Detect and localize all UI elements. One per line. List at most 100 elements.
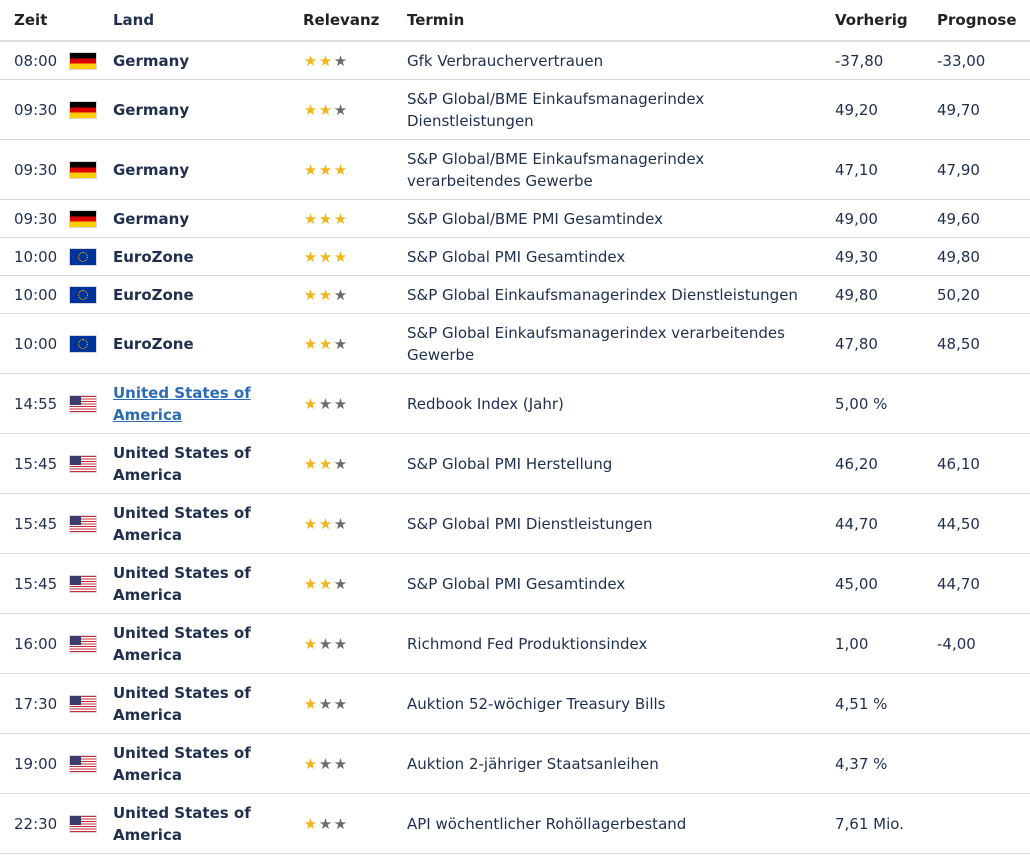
event-name[interactable]: S&P Global PMI Herstellung (407, 455, 612, 473)
land-name-line1[interactable]: United States of (113, 444, 251, 462)
land-name-line1[interactable]: United States of (113, 684, 251, 702)
land-name[interactable]: EuroZone (113, 248, 194, 266)
event-cell[interactable]: S&P Global/BME PMI Gesamtindex (407, 199, 835, 238)
event-name[interactable]: Auktion 2-jähriger Staatsanleihen (407, 755, 659, 773)
event-name-line2[interactable]: Gewerbe (407, 346, 474, 364)
land-name-line2[interactable]: America (113, 526, 182, 544)
germany-flag-icon (70, 162, 96, 178)
event-cell[interactable]: S&P Global PMI Dienstleistungen (407, 493, 835, 554)
land-cell[interactable]: Germany (113, 41, 303, 80)
land-name-line1[interactable]: United States of (113, 504, 251, 522)
event-cell[interactable]: S&P Global PMI Herstellung (407, 433, 835, 494)
event-cell[interactable]: S&P Global PMI Gesamtindex (407, 553, 835, 614)
relevance-stars: ★ ★ ★ (303, 333, 348, 355)
table-row[interactable]: 10:00 EuroZone ★ ★ ★ S&P Global PMI Gesamt… (0, 237, 1030, 276)
header-event[interactable]: Termin (407, 0, 835, 42)
land-name-line2[interactable]: America (113, 466, 182, 484)
land-cell[interactable]: Germany (113, 199, 303, 238)
land-cell[interactable]: United States of America (113, 673, 303, 734)
land-name[interactable]: EuroZone (113, 286, 194, 304)
table-row[interactable]: 10:00 EuroZone ★ ★ ★ S&P Global Einkaufsma… (0, 275, 1030, 314)
land-name-line1[interactable]: United States of (113, 624, 251, 642)
flag-cell (70, 613, 113, 674)
land-cell[interactable]: EuroZone (113, 275, 303, 314)
event-name-line2[interactable]: Dienstleistungen (407, 112, 534, 130)
event-cell[interactable]: S&P Global/BME Einkaufsmanagerindex Diens… (407, 79, 835, 140)
land-link-line2[interactable]: America (113, 406, 182, 424)
event-cell[interactable]: S&P Global Einkaufsmanagerindex Dienstle… (407, 275, 835, 314)
event-name-line1[interactable]: S&P Global/BME Einkaufsmanagerindex (407, 150, 704, 168)
land-cell[interactable]: United States of America (113, 433, 303, 494)
event-name[interactable]: S&P Global PMI Dienstleistungen (407, 515, 653, 533)
relevance-stars: ★ ★ ★ (303, 50, 348, 72)
table-row[interactable]: 09:30 Germany ★ ★ ★ S&P Global/BME Einkauf… (0, 79, 1030, 140)
land-cell[interactable]: United States of America (113, 493, 303, 554)
event-name[interactable]: Gfk Verbrauchervertrauen (407, 52, 603, 70)
event-name[interactable]: S&P Global PMI Gesamtindex (407, 575, 625, 593)
event-name-line1[interactable]: S&P Global/BME Einkaufsmanagerindex (407, 90, 704, 108)
event-name-line1[interactable]: S&P Global Einkaufsmanagerindex verarbei… (407, 324, 785, 342)
land-name-line2[interactable]: America (113, 706, 182, 724)
table-row[interactable]: 15:45 United States of America ★ ★ ★ S&P Gl… (0, 553, 1030, 614)
event-name[interactable]: Redbook Index (Jahr) (407, 395, 564, 413)
event-cell[interactable]: Richmond Fed Produktionsindex (407, 613, 835, 674)
table-row[interactable]: 15:45 United States of America ★ ★ ★ S&P Gl… (0, 493, 1030, 554)
land-name-line2[interactable]: America (113, 646, 182, 664)
land-link-line1[interactable]: United States of (113, 384, 251, 402)
table-row[interactable]: 17:30 United States of America ★ ★ ★ Auktio… (0, 673, 1030, 734)
header-forecast[interactable]: Prognose (937, 0, 1030, 42)
land-cell[interactable]: United States of America (113, 793, 303, 854)
land-cell[interactable]: EuroZone (113, 313, 303, 374)
event-name-line2[interactable]: verarbeitendes Gewerbe (407, 172, 593, 190)
table-row[interactable]: 10:00 EuroZone ★ ★ ★ S&P Global Einkaufsma… (0, 313, 1030, 374)
event-cell[interactable]: S&P Global/BME Einkaufsmanagerindex verar… (407, 139, 835, 200)
event-cell[interactable]: Auktion 52-wöchiger Treasury Bills (407, 673, 835, 734)
event-name[interactable]: Richmond Fed Produktionsindex (407, 635, 647, 653)
land-name-line2[interactable]: America (113, 586, 182, 604)
land-cell[interactable]: United States of America (113, 553, 303, 614)
table-row[interactable]: 09:30 Germany ★ ★ ★ S&P Global/BME Einkauf… (0, 139, 1030, 200)
land-name-line2[interactable]: America (113, 826, 182, 844)
event-cell[interactable]: Redbook Index (Jahr) (407, 373, 835, 434)
land-cell[interactable]: Germany (113, 79, 303, 140)
event-cell[interactable]: S&P Global PMI Gesamtindex (407, 237, 835, 276)
event-name[interactable]: S&P Global PMI Gesamtindex (407, 248, 625, 266)
relevance-stars: ★ ★ ★ (303, 159, 348, 181)
table-row[interactable]: 15:45 United States of America ★ ★ ★ S&P Gl… (0, 433, 1030, 494)
event-name[interactable]: S&P Global Einkaufsmanagerindex Dienstle… (407, 286, 798, 304)
event-cell[interactable]: API wöchentlicher Rohöllagerbestand (407, 793, 835, 854)
land-name-line2[interactable]: America (113, 766, 182, 784)
land-name[interactable]: Germany (113, 101, 189, 119)
previous-cell: 44,70 (835, 493, 937, 554)
table-row[interactable]: 08:00 Germany ★ ★ ★ Gfk Verbrauchervertrau… (0, 41, 1030, 80)
header-time[interactable]: Zeit (0, 0, 70, 42)
land-name[interactable]: Germany (113, 210, 189, 228)
land-name-line1[interactable]: United States of (113, 804, 251, 822)
economic-calendar-table: Zeit Land Relevanz Termin Vorherig Progn… (0, 0, 1030, 854)
event-name[interactable]: API wöchentlicher Rohöllagerbestand (407, 815, 686, 833)
relevance-cell: ★ ★ ★ (303, 139, 407, 200)
table-row[interactable]: 19:00 United States of America ★ ★ ★ Auktio… (0, 733, 1030, 794)
event-cell[interactable]: Auktion 2-jähriger Staatsanleihen (407, 733, 835, 794)
event-cell[interactable]: Gfk Verbrauchervertrauen (407, 41, 835, 80)
header-relevance[interactable]: Relevanz (303, 0, 407, 42)
header-land[interactable]: Land (113, 0, 303, 42)
event-name[interactable]: S&P Global/BME PMI Gesamtindex (407, 210, 663, 228)
table-row[interactable]: 09:30 Germany ★ ★ ★ S&P Global/BME PMI Ges… (0, 199, 1030, 238)
table-row[interactable]: 16:00 United States of America ★ ★ ★ Richmo… (0, 613, 1030, 674)
land-cell[interactable]: United States of America (113, 373, 303, 434)
land-cell[interactable]: United States of America (113, 733, 303, 794)
table-row[interactable]: 22:30 United States of America ★ ★ ★ API wö… (0, 793, 1030, 854)
event-name[interactable]: Auktion 52-wöchiger Treasury Bills (407, 695, 665, 713)
land-name[interactable]: Germany (113, 52, 189, 70)
land-name[interactable]: Germany (113, 161, 189, 179)
land-name-line1[interactable]: United States of (113, 564, 251, 582)
land-name[interactable]: EuroZone (113, 335, 194, 353)
header-previous[interactable]: Vorherig (835, 0, 937, 42)
table-row[interactable]: 14:55 United States of America ★ ★ ★ Redboo… (0, 373, 1030, 434)
event-cell[interactable]: S&P Global Einkaufsmanagerindex verarbei… (407, 313, 835, 374)
land-cell[interactable]: Germany (113, 139, 303, 200)
land-name-line1[interactable]: United States of (113, 744, 251, 762)
land-cell[interactable]: United States of America (113, 613, 303, 674)
land-cell[interactable]: EuroZone (113, 237, 303, 276)
